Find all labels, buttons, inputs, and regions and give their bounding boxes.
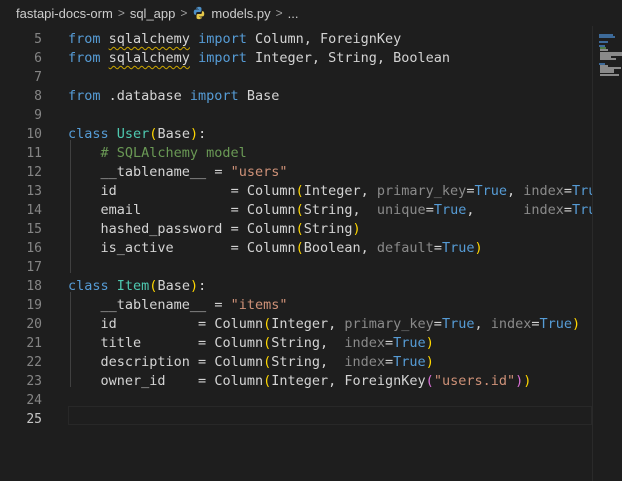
code-line[interactable]: 25	[0, 410, 592, 429]
code-text: is_active = Column(Boolean, default=True…	[68, 240, 483, 256]
code-line[interactable]: 10 class User(Base):	[0, 125, 592, 144]
breadcrumb-file-label: models.py	[211, 5, 271, 21]
line-number: 24	[26, 393, 42, 408]
minimap-line	[600, 73, 619, 76]
line-number: 20	[26, 317, 42, 332]
code-line[interactable]: 22 description = Column(String, index=Tr…	[0, 353, 592, 372]
code-line[interactable]: 19 __tablename__ = "items"	[0, 296, 592, 315]
code-text: hashed_password = Column(String)	[68, 221, 361, 237]
line-number: 19	[26, 298, 42, 313]
line-number: 11	[26, 146, 42, 161]
code-text: __tablename__ = "users"	[68, 164, 288, 180]
line-number: 17	[26, 260, 42, 275]
chevron-right-icon: >	[117, 6, 125, 20]
code-line[interactable]: 9	[0, 106, 592, 125]
line-number: 5	[34, 32, 42, 47]
code-line[interactable]: 6 from sqlalchemy import Integer, String,…	[0, 49, 592, 68]
code-text: owner_id = Column(Integer, ForeignKey("u…	[68, 373, 532, 389]
code-line[interactable]: 20 id = Column(Integer, primary_key=True…	[0, 315, 592, 334]
code-line[interactable]: 23 owner_id = Column(Integer, ForeignKey…	[0, 372, 592, 391]
line-number: 23	[26, 374, 42, 389]
line-number: 22	[26, 355, 42, 370]
breadcrumb: fastapi-docs-orm > sql_app > models.py >…	[0, 0, 622, 26]
line-number: 14	[26, 203, 42, 218]
code-editor[interactable]: 5 from sqlalchemy import Column, ForeignK…	[0, 26, 592, 481]
line-number: 10	[26, 127, 42, 142]
line-number: 12	[26, 165, 42, 180]
line-number: 16	[26, 241, 42, 256]
code-line[interactable]: 7	[0, 68, 592, 87]
code-text: title = Column(String, index=True)	[68, 335, 434, 351]
code-line[interactable]: 8 from .database import Base	[0, 87, 592, 106]
code-text: # SQLAlchemy model	[100, 145, 247, 161]
code-line[interactable]: 17	[0, 258, 592, 277]
line-number: 9	[34, 108, 42, 123]
code-line[interactable]: 18 class Item(Base):	[0, 277, 592, 296]
code-line[interactable]: 12 __tablename__ = "users"	[0, 163, 592, 182]
breadcrumb-folder-sql-app[interactable]: sql_app	[130, 6, 176, 21]
minimap-line	[600, 58, 617, 61]
python-file-icon	[194, 6, 205, 19]
line-number: 7	[34, 70, 42, 85]
code-text: from sqlalchemy import Column, ForeignKe…	[68, 31, 402, 47]
minimap[interactable]	[592, 26, 622, 481]
line-number: 8	[34, 89, 42, 104]
code-text: __tablename__ = "items"	[68, 297, 288, 313]
chevron-right-icon: >	[275, 6, 283, 20]
code-text: class User(Base):	[68, 126, 207, 142]
code-line[interactable]: 14 email = Column(String, unique=True, i…	[0, 201, 592, 220]
breadcrumb-more[interactable]: ...	[288, 6, 299, 21]
code-line[interactable]: 21 title = Column(String, index=True)	[0, 334, 592, 353]
code-text: from sqlalchemy import Integer, String, …	[68, 50, 451, 66]
line-number: 13	[26, 184, 42, 199]
code-text: id = Column(Integer, primary_key=True, i…	[68, 183, 593, 199]
code-text: description = Column(String, index=True)	[68, 354, 434, 370]
minimap-line	[599, 36, 616, 39]
line-number: 25	[26, 412, 42, 427]
line-number: 18	[26, 279, 42, 294]
chevron-right-icon: >	[180, 6, 188, 20]
breadcrumb-file-models[interactable]: models.py	[192, 5, 271, 21]
code-line[interactable]: 15 hashed_password = Column(String)	[0, 220, 592, 239]
code-line[interactable]: 13 id = Column(Integer, primary_key=True…	[0, 182, 592, 201]
code-text: email = Column(String, unique=True, inde…	[68, 202, 593, 218]
code-line[interactable]: 5 from sqlalchemy import Column, ForeignK…	[0, 30, 592, 49]
code-text: class Item(Base):	[68, 278, 207, 294]
line-number: 15	[26, 222, 42, 237]
line-number: 21	[26, 336, 42, 351]
code-line[interactable]: 11 # SQLAlchemy model	[0, 144, 592, 163]
breadcrumb-folder-root[interactable]: fastapi-docs-orm	[16, 6, 113, 21]
code-text: id = Column(Integer, primary_key=True, i…	[68, 316, 581, 332]
code-text: from .database import Base	[68, 88, 280, 104]
code-line[interactable]: 16 is_active = Column(Boolean, default=T…	[0, 239, 592, 258]
line-number: 6	[34, 51, 42, 66]
minimap-line	[599, 40, 609, 43]
code-line[interactable]: 24	[0, 391, 592, 410]
